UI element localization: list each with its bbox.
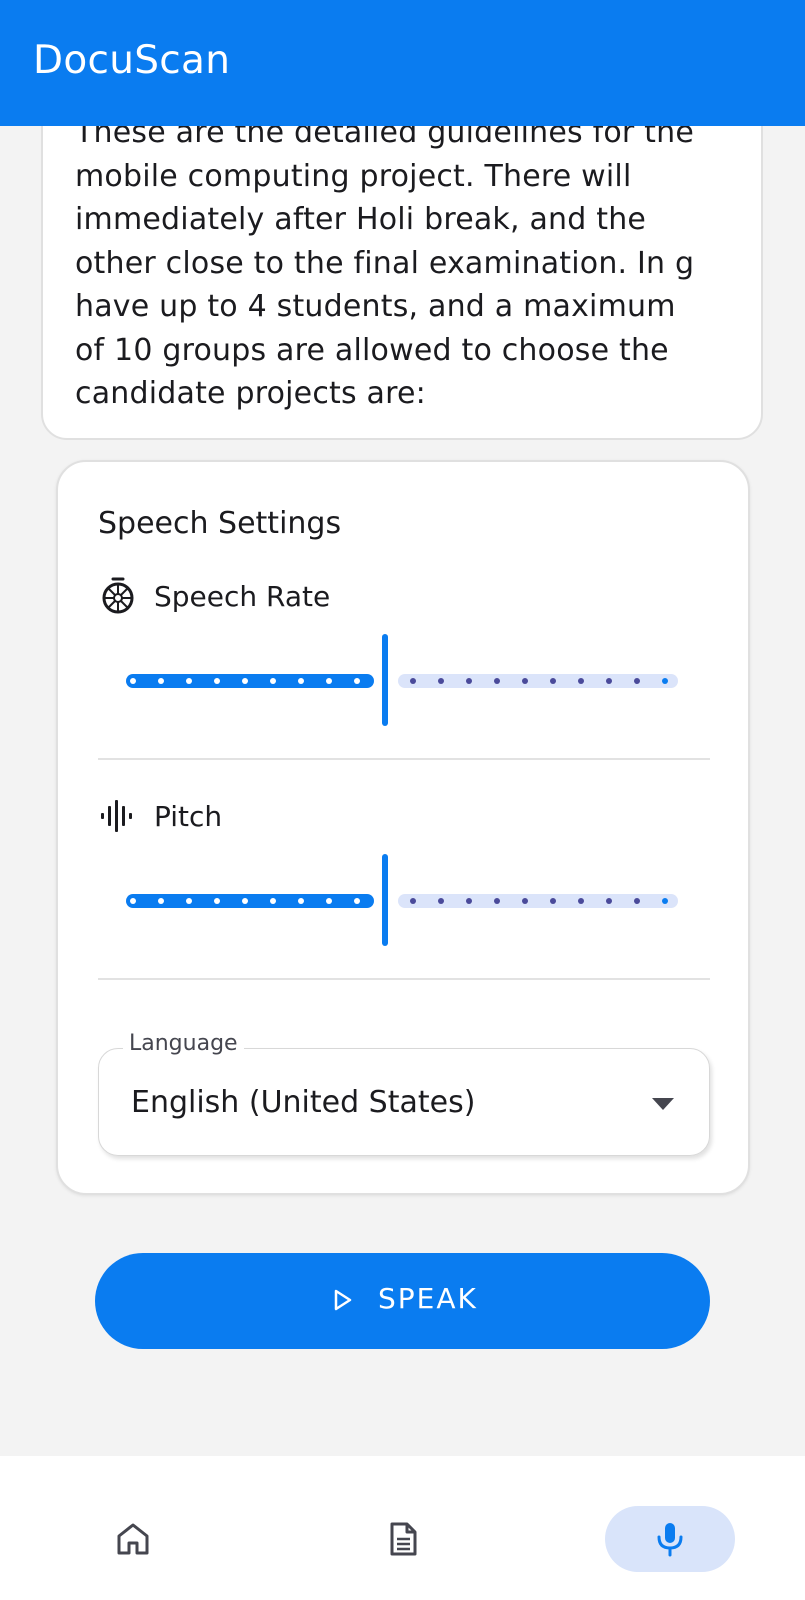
speech-settings-card: Speech Settings Speech Rate Pitch Langua… [56, 460, 750, 1195]
slider-tick-dot [354, 678, 360, 684]
slider-tick-dot [298, 898, 304, 904]
graphic-eq-icon [101, 800, 132, 832]
slider-tick-dot [326, 678, 332, 684]
slider-tick-dot [326, 898, 332, 904]
mic-icon [657, 1523, 683, 1557]
document-text-card[interactable]: These are the detailed guidelines for th… [41, 80, 763, 440]
slider-tick-dot [130, 898, 136, 904]
language-selected-value: English (United States) [131, 1085, 476, 1120]
app-title: DocuScan [33, 38, 231, 83]
nav-speech[interactable] [605, 1506, 735, 1572]
nav-documents[interactable] [338, 1506, 468, 1572]
slider-tick-dot [634, 678, 640, 684]
home-icon [117, 1523, 149, 1555]
language-field-label: Language [123, 1031, 244, 1056]
pitch-label: Pitch [154, 800, 223, 833]
pitch-slider[interactable] [126, 854, 686, 946]
slider-tick-dot [466, 898, 472, 904]
slider-tick-dot [298, 678, 304, 684]
slider-tick-dot [578, 678, 584, 684]
slider-tick-dot [550, 898, 556, 904]
slider-tick-dot [158, 678, 164, 684]
slider-tick-dot [158, 898, 164, 904]
slider-tick-dot [130, 678, 136, 684]
speak-button[interactable]: SPEAK [95, 1253, 710, 1349]
app-bar: DocuScan [0, 0, 805, 126]
slider-tick-dot [242, 898, 248, 904]
pitch-slider-thumb[interactable] [382, 854, 388, 946]
slider-tick-dot [606, 678, 612, 684]
slider-tick-dot [270, 678, 276, 684]
slider-tick-dot [494, 678, 500, 684]
speak-button-label: SPEAK [378, 1282, 478, 1315]
slider-tick-dot [214, 898, 220, 904]
slider-tick-dot [270, 898, 276, 904]
slider-tick-dot [662, 898, 668, 904]
slider-tick-dot [186, 678, 192, 684]
slider-tick-dot [214, 678, 220, 684]
slider-tick-dot [410, 898, 416, 904]
slider-tick-dot [662, 678, 668, 684]
document-text: These are the detailed guidelines for th… [75, 115, 695, 411]
speech-rate-slider-thumb[interactable] [382, 634, 388, 726]
slider-tick-dot [438, 678, 444, 684]
slider-tick-dot [494, 898, 500, 904]
bottom-navigation [0, 1456, 805, 1600]
slider-tick-dot [466, 678, 472, 684]
document-icon [390, 1522, 417, 1556]
play-icon [334, 1289, 352, 1311]
slider-tick-dot [550, 678, 556, 684]
divider [98, 978, 710, 980]
slider-tick-dot [634, 898, 640, 904]
speech-rate-slider[interactable] [126, 634, 686, 726]
slider-tick-dot [354, 898, 360, 904]
slider-tick-dot [578, 898, 584, 904]
slider-tick-dot [410, 678, 416, 684]
nav-home[interactable] [68, 1506, 198, 1572]
slider-tick-dot [438, 898, 444, 904]
divider [98, 758, 710, 760]
speech-settings-title: Speech Settings [98, 506, 342, 541]
slider-tick-dot [522, 678, 528, 684]
slider-tick-dot [242, 678, 248, 684]
slider-tick-dot [606, 898, 612, 904]
speed-icon [102, 577, 134, 614]
slider-tick-dot [186, 898, 192, 904]
language-dropdown[interactable]: Language English (United States) [98, 1031, 710, 1156]
dropdown-caret-icon [652, 1098, 674, 1110]
speech-rate-label: Speech Rate [154, 580, 331, 613]
slider-tick-dot [522, 898, 528, 904]
